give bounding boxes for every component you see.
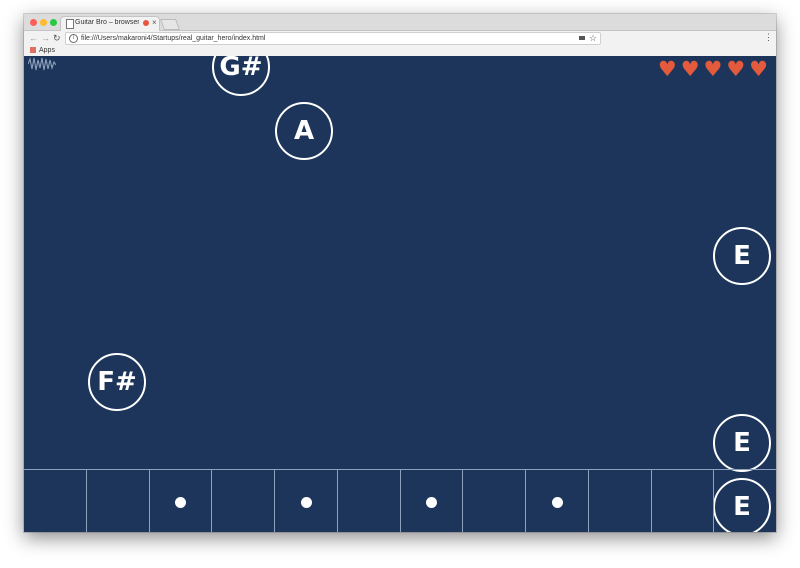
note-circle: E bbox=[713, 227, 771, 285]
browser-chrome: Guitar Bro – browser game × ← → ↻ i file… bbox=[24, 14, 776, 57]
address-bar[interactable]: i file:///Users/makaroni4/Startups/real_… bbox=[65, 32, 601, 45]
fret-6[interactable] bbox=[338, 470, 401, 532]
tab-title: Guitar Bro – browser game bbox=[75, 19, 139, 26]
camera-icon[interactable] bbox=[579, 36, 585, 40]
note-circle: E bbox=[713, 414, 771, 472]
menu-icon[interactable]: ⋮ bbox=[764, 31, 773, 44]
fret-inlay-dot bbox=[175, 496, 187, 508]
close-window-icon[interactable] bbox=[30, 19, 37, 26]
fret-inlay-dot bbox=[426, 496, 438, 508]
fret-5[interactable] bbox=[275, 470, 338, 532]
note-circle: A bbox=[275, 102, 333, 160]
fret-10[interactable] bbox=[589, 470, 652, 532]
fret-7[interactable] bbox=[401, 470, 464, 532]
heart-icon: ♥ bbox=[657, 57, 677, 81]
minimize-window-icon[interactable] bbox=[40, 19, 47, 26]
tab-strip: Guitar Bro – browser game × bbox=[24, 14, 776, 31]
tab-close-icon[interactable]: × bbox=[152, 17, 157, 29]
lives-hearts: ♥ ♥ ♥ ♥ ♥ bbox=[657, 57, 768, 81]
browser-toolbar: ← → ↻ i file:///Users/makaroni4/Startups… bbox=[24, 31, 776, 46]
info-icon[interactable]: i bbox=[69, 34, 78, 43]
fret-4[interactable] bbox=[212, 470, 275, 532]
fret-9[interactable] bbox=[526, 470, 589, 532]
fret-1[interactable] bbox=[24, 470, 87, 532]
note-circle: G# bbox=[212, 56, 270, 96]
star-icon[interactable]: ☆ bbox=[589, 32, 597, 44]
url-text[interactable]: file:///Users/makaroni4/Startups/real_gu… bbox=[81, 33, 265, 44]
reload-icon[interactable]: ↻ bbox=[53, 32, 61, 44]
fret-8[interactable] bbox=[463, 470, 526, 532]
fret-inlay-dot bbox=[300, 496, 312, 508]
heart-icon: ♥ bbox=[749, 57, 768, 81]
forward-arrow-icon[interactable]: → bbox=[41, 32, 50, 44]
maximize-window-icon[interactable] bbox=[50, 19, 57, 26]
heart-icon: ♥ bbox=[680, 57, 700, 81]
recording-icon bbox=[143, 20, 149, 26]
new-tab-button[interactable] bbox=[159, 19, 181, 30]
fret-2[interactable] bbox=[87, 470, 150, 532]
apps-grid-icon[interactable] bbox=[30, 47, 36, 53]
heart-icon: ♥ bbox=[726, 57, 746, 81]
game-canvas[interactable]: ♥ ♥ ♥ ♥ ♥ G# A E F# E E bbox=[24, 56, 776, 532]
sound-wave-icon[interactable] bbox=[28, 56, 56, 72]
document-icon bbox=[66, 19, 74, 29]
fret-11[interactable] bbox=[652, 470, 715, 532]
fretboard[interactable] bbox=[24, 469, 776, 532]
apps-bookmark[interactable]: Apps bbox=[39, 45, 55, 56]
tab-guitar-bro[interactable]: Guitar Bro – browser game × bbox=[60, 16, 160, 31]
fret-inlay-dot bbox=[551, 496, 563, 508]
note-circle: F# bbox=[88, 353, 146, 411]
heart-icon: ♥ bbox=[703, 57, 723, 81]
fret-3[interactable] bbox=[150, 470, 213, 532]
browser-window: Guitar Bro – browser game × ← → ↻ i file… bbox=[24, 14, 776, 532]
fret-12[interactable] bbox=[714, 470, 776, 532]
back-arrow-icon[interactable]: ← bbox=[29, 32, 38, 44]
